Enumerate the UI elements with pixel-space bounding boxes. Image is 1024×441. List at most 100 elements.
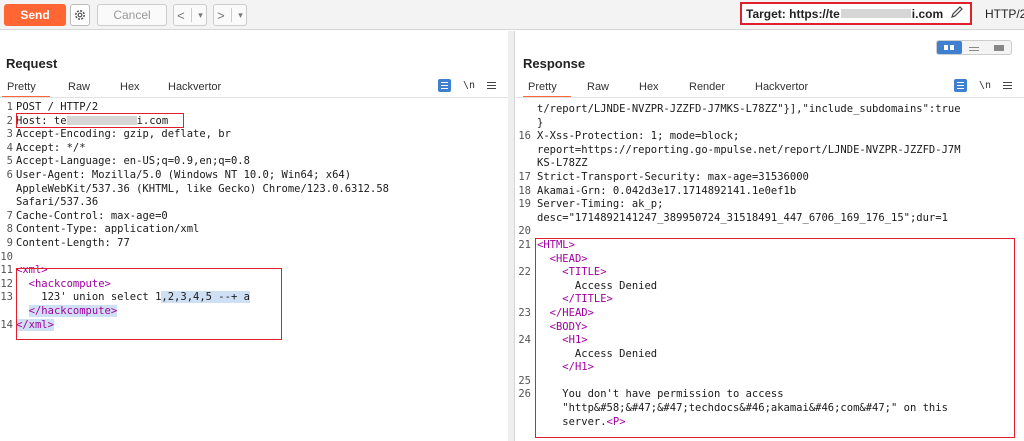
tab-hex[interactable]: Hex bbox=[120, 81, 140, 93]
response-tools: \n bbox=[953, 79, 1012, 92]
line-number bbox=[515, 416, 537, 430]
layout-split-icon[interactable] bbox=[937, 41, 962, 54]
code-line: 9 Content-Length: 77 bbox=[0, 237, 508, 251]
code-line: 4 Accept: */* bbox=[0, 142, 508, 156]
line-number: 24 bbox=[518, 334, 531, 347]
line-content: Server-Timing: ak_p; bbox=[537, 198, 663, 212]
next-arrow-icon: > bbox=[217, 7, 225, 23]
send-button[interactable]: Send bbox=[4, 4, 66, 26]
pretty-toggle-icon[interactable] bbox=[953, 79, 967, 92]
request-tabs: Pretty Raw Hex Hackvertor bbox=[0, 78, 508, 98]
layout-toggle bbox=[936, 40, 1012, 55]
header-name: Strict-Transport-Security: bbox=[537, 170, 702, 183]
newline-toggle-icon[interactable]: \n bbox=[463, 80, 475, 91]
layout-rows-icon[interactable] bbox=[962, 41, 987, 54]
code-line: 5 Accept-Language: en-US;q=0.9,en;q=0.8 bbox=[0, 155, 508, 169]
history-back-button[interactable]: < ▾ bbox=[173, 4, 207, 26]
line-number bbox=[515, 117, 537, 131]
target-field[interactable]: Target: https://te i.com bbox=[740, 2, 972, 25]
target-suffix: i.com bbox=[911, 6, 944, 21]
line-number: 26 bbox=[518, 388, 531, 401]
tab-hex[interactable]: Hex bbox=[639, 81, 659, 93]
line-content: Safari/537.36 bbox=[16, 196, 98, 210]
text: POST / HTTP/2 bbox=[16, 101, 99, 113]
code-line: report=https://reporting.go-mpulse.net/r… bbox=[515, 144, 1024, 158]
code-line: 3 Accept-Encoding: gzip, deflate, br bbox=[0, 128, 508, 142]
redacted-host bbox=[840, 9, 911, 18]
line-content: X-Xss-Protection: 1; mode=block; bbox=[537, 130, 739, 144]
text: report=https://reporting.go-mpulse.net/r… bbox=[537, 143, 961, 156]
tab-hackvertor[interactable]: Hackvertor bbox=[168, 81, 221, 93]
tab-raw[interactable]: Raw bbox=[68, 81, 90, 93]
line-number bbox=[515, 293, 537, 307]
code-line: 10 bbox=[0, 251, 508, 265]
line-content: } bbox=[537, 117, 543, 131]
text: desc="1714892141247_389950724_31518491_4… bbox=[537, 211, 948, 224]
code-line: KS-L78ZZ bbox=[515, 157, 1024, 171]
code-line: AppleWebKit/537.36 (KHTML, like Gecko) C… bbox=[0, 183, 508, 197]
separator bbox=[191, 8, 193, 22]
pretty-toggle-icon[interactable] bbox=[437, 79, 451, 92]
html-body-highlight-box bbox=[535, 238, 1015, 438]
line-number bbox=[515, 212, 537, 226]
line-number: 23 bbox=[518, 306, 531, 319]
header-name: Content-Type: bbox=[16, 223, 99, 236]
response-panel: Response Pretty Raw Hex Render Hackverto… bbox=[514, 31, 1024, 441]
tab-raw[interactable]: Raw bbox=[587, 81, 609, 93]
header-value: 1; mode=block; bbox=[644, 130, 740, 143]
text: Safari/537.36 bbox=[16, 196, 99, 209]
tab-pretty[interactable]: Pretty bbox=[7, 81, 36, 93]
tab-render[interactable]: Render bbox=[689, 81, 725, 93]
request-title: Request bbox=[6, 56, 58, 71]
line-number: 14 bbox=[0, 318, 13, 331]
line-number: 17 bbox=[518, 170, 531, 183]
layout-single-icon[interactable] bbox=[986, 41, 1011, 54]
line-number bbox=[515, 103, 537, 117]
header-name: Server-Timing: bbox=[537, 198, 626, 211]
line-content: Content-Type: application/xml bbox=[16, 223, 199, 237]
line-number bbox=[515, 253, 537, 267]
line-number: 2 bbox=[6, 114, 13, 127]
http-version-label[interactable]: HTTP/2 bbox=[985, 7, 1024, 21]
code-line: } bbox=[515, 117, 1024, 131]
line-content: Akamai-Grn: 0.042d3e17.1714892141.1e0ef1… bbox=[537, 185, 796, 199]
header-name: Accept-Encoding: bbox=[16, 128, 118, 141]
header-value: max-age=0 bbox=[104, 209, 168, 222]
line-number: 22 bbox=[518, 266, 531, 279]
header-name: User-Agent: bbox=[16, 168, 86, 181]
header-value: application/xml bbox=[98, 223, 200, 236]
text: AppleWebKit/537.36 (KHTML, like Gecko) C… bbox=[16, 182, 389, 195]
newline-toggle-icon[interactable]: \n bbox=[979, 80, 991, 91]
line-content: AppleWebKit/537.36 (KHTML, like Gecko) C… bbox=[16, 183, 389, 197]
cancel-button[interactable]: Cancel bbox=[97, 4, 167, 26]
line-content: t/report/LJNDE-NVZPR-JZZFD-J7MKS-L78ZZ"}… bbox=[537, 103, 961, 117]
header-name: X-Xss-Protection: bbox=[537, 130, 645, 143]
tab-pretty[interactable]: Pretty bbox=[528, 81, 557, 93]
header-value: max-age=31536000 bbox=[701, 170, 809, 183]
header-value: 0.042d3e17.1714892141.1e0ef1b bbox=[606, 184, 797, 197]
history-forward-button[interactable]: > ▾ bbox=[213, 4, 247, 26]
line-number: 3 bbox=[6, 128, 13, 141]
gear-icon[interactable] bbox=[70, 4, 90, 26]
menu-icon[interactable] bbox=[487, 85, 496, 86]
line-content: Cache-Control: max-age=0 bbox=[16, 210, 168, 224]
menu-icon[interactable] bbox=[1003, 85, 1012, 86]
response-title: Response bbox=[523, 56, 586, 71]
line-content: report=https://reporting.go-mpulse.net/r… bbox=[537, 144, 961, 158]
line-number: 7 bbox=[6, 209, 13, 222]
code-line: Safari/537.36 bbox=[0, 196, 508, 210]
line-number: 20 bbox=[518, 225, 531, 238]
prev-arrow-icon: < bbox=[177, 7, 185, 23]
line-number bbox=[0, 196, 16, 210]
line-number: 6 bbox=[6, 168, 13, 181]
response-tabs: Pretty Raw Hex Render Hackvertor bbox=[515, 78, 1024, 98]
text: } bbox=[537, 116, 544, 129]
divider bbox=[515, 97, 1024, 98]
line-number: 5 bbox=[6, 155, 13, 168]
tab-hackvertor[interactable]: Hackvertor bbox=[755, 81, 808, 93]
pencil-icon[interactable] bbox=[950, 5, 964, 22]
line-number bbox=[0, 305, 16, 319]
line-content: desc="1714892141247_389950724_31518491_4… bbox=[537, 212, 948, 226]
separator bbox=[231, 8, 233, 22]
line-content: User-Agent: Mozilla/5.0 (Windows NT 10.0… bbox=[16, 169, 351, 183]
